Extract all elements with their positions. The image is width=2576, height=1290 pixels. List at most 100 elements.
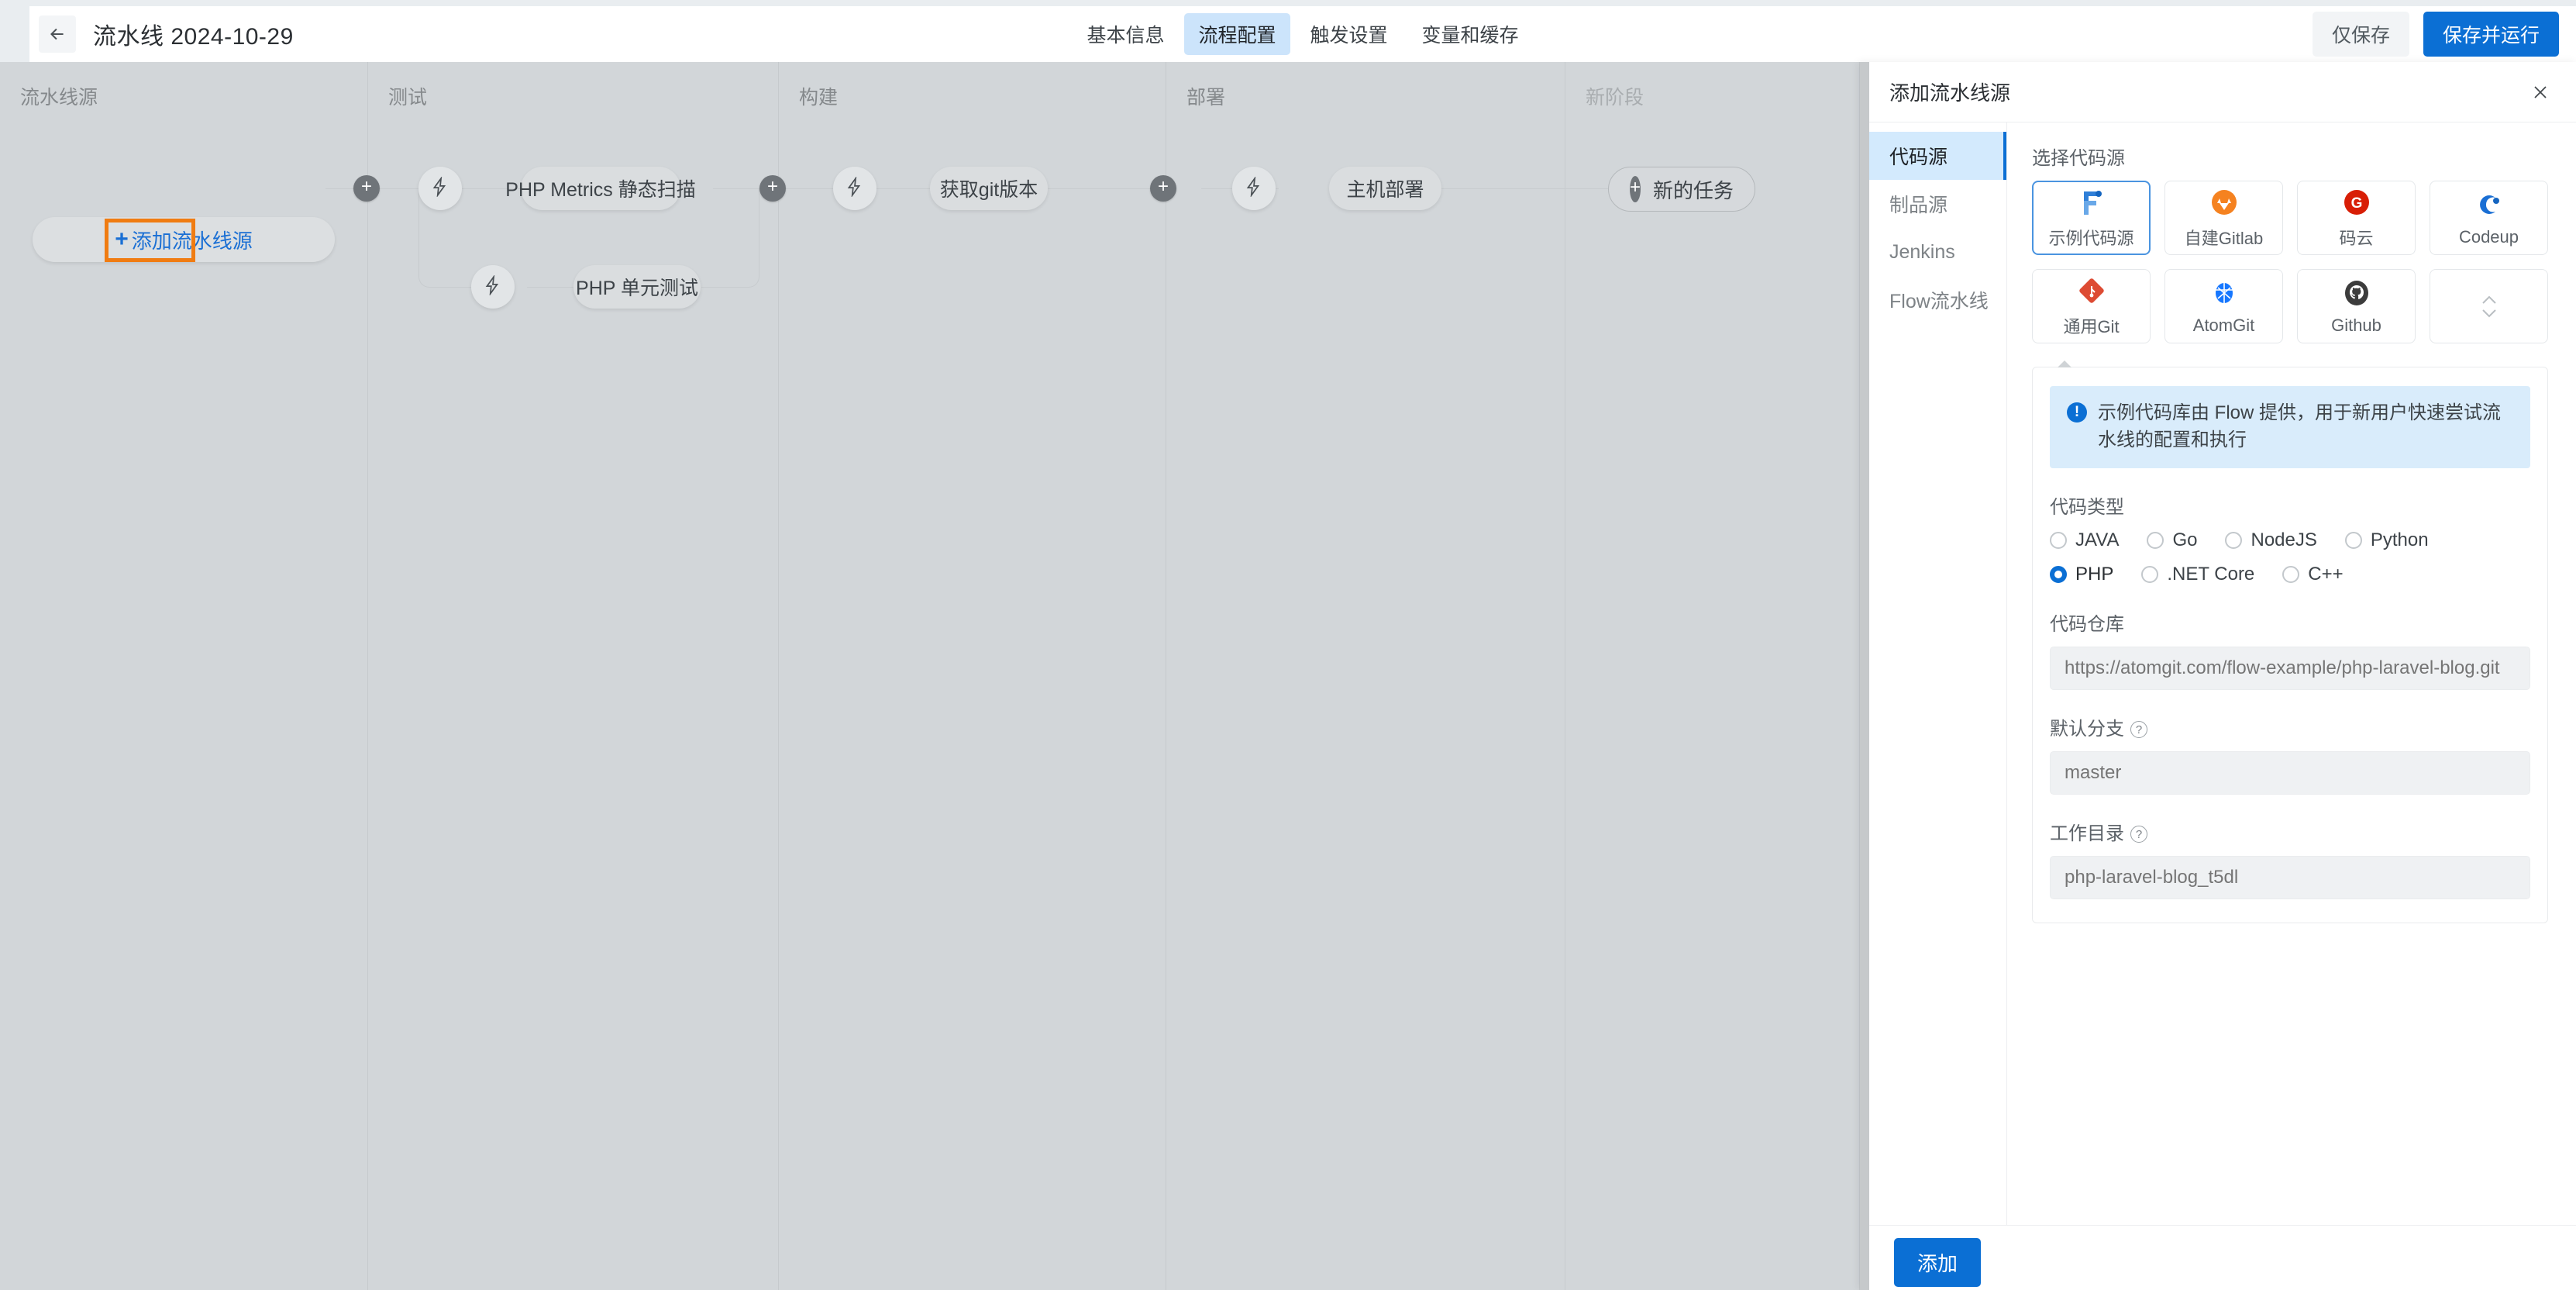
lightning-bolt-icon: [1244, 175, 1264, 201]
question-circle-icon[interactable]: ?: [2130, 826, 2147, 843]
close-icon[interactable]: [2525, 77, 2556, 108]
add-stage-after-test-button[interactable]: +: [759, 175, 786, 202]
repo-label: 代码仓库: [2050, 613, 2124, 635]
tab-trigger-settings[interactable]: 触发设置: [1297, 13, 1402, 55]
branch-section: 默认分支?: [2050, 713, 2530, 795]
stage-label-test: 测试: [388, 87, 428, 109]
add-pipeline-source-drawer: 添加流水线源 代码源 制品源 Jenkins Flow流水线 选择代码源 示例代…: [1860, 62, 2576, 1290]
source-card-github[interactable]: Github: [2297, 269, 2416, 343]
flow-f-logo-icon: [2079, 187, 2104, 218]
source-card-label: 示例代码源: [2048, 228, 2134, 248]
stage-label-new-stage: 新阶段: [1586, 87, 1644, 109]
drawer-header: 添加流水线源: [1869, 62, 2576, 122]
github-logo-icon: [2343, 278, 2371, 309]
source-detail-group: ! 示例代码库由 Flow 提供，用于新用户快速尝试流水线的配置和执行 代码类型…: [2032, 360, 2548, 923]
source-card-codeup[interactable]: Codeup: [2430, 181, 2548, 255]
radio-indicator: [2225, 531, 2243, 549]
source-card-atomgit[interactable]: AtomGit: [2164, 269, 2283, 343]
sidebar-item-jenkins[interactable]: Jenkins: [1869, 228, 2006, 276]
tab-variables-cache[interactable]: 变量和缓存: [1408, 13, 1533, 55]
source-card-gitlab[interactable]: 自建Gitlab: [2164, 181, 2283, 255]
drawer-footer: 添加: [1869, 1225, 2576, 1290]
radio-python[interactable]: Python: [2344, 529, 2429, 551]
repo-section: 代码仓库: [2050, 609, 2530, 690]
radio-java[interactable]: JAVA: [2050, 529, 2119, 551]
plus-circle-icon: +: [1629, 176, 1641, 202]
arrow-left-icon: [47, 24, 67, 44]
top-bar: 流水线 2024-10-29 基本信息 流程配置 触发设置 变量和缓存 仅保存 …: [29, 6, 2576, 62]
stage-label-source: 流水线源: [20, 87, 98, 109]
task-node-php-metrics[interactable]: PHP Metrics 静态扫描: [505, 167, 696, 210]
workdir-input[interactable]: [2050, 855, 2530, 899]
source-card-gitee[interactable]: G 码云: [2297, 181, 2416, 255]
atomgit-logo-icon: [2210, 278, 2238, 309]
radio-nodejs[interactable]: NodeJS: [2225, 529, 2317, 551]
radio-dotnet-core[interactable]: .NET Core: [2141, 564, 2254, 585]
repo-input[interactable]: [2050, 646, 2530, 690]
select-source-label: 选择代码源: [2032, 148, 2125, 169]
connector-line: [527, 287, 573, 288]
code-type-section: 代码类型 JAVA Go NodeJS Python PHP .NET Core…: [2050, 492, 2530, 585]
connector-line: [1441, 188, 1612, 189]
gitlab-logo-icon: [2210, 187, 2238, 218]
question-circle-icon[interactable]: ?: [2130, 721, 2147, 739]
info-icon: !: [2067, 402, 2087, 423]
back-button[interactable]: [39, 16, 76, 53]
task-trigger-icon-wrap: [418, 167, 462, 210]
sidebar-item-artifact-source[interactable]: 制品源: [1869, 180, 2006, 228]
header-actions: 仅保存 保存并运行: [2312, 6, 2559, 62]
tab-flow-config[interactable]: 流程配置: [1184, 13, 1290, 55]
source-card-label: 码云: [2339, 228, 2374, 248]
source-card-label: 通用Git: [2063, 316, 2120, 336]
branch-input[interactable]: [2050, 750, 2530, 795]
task-node-php-unit-test[interactable]: PHP 单元测试: [573, 265, 701, 309]
info-banner: ! 示例代码库由 Flow 提供，用于新用户快速尝试流水线的配置和执行: [2050, 386, 2530, 468]
radio-go[interactable]: Go: [2147, 529, 2197, 551]
task-node-get-git-version[interactable]: 获取git版本: [930, 167, 1048, 210]
stage-label-deploy: 部署: [1186, 87, 1226, 109]
chevron-up-down-icon: [2479, 291, 2499, 322]
task-trigger-icon-wrap: [471, 265, 515, 309]
source-card-example[interactable]: 示例代码源: [2032, 181, 2151, 255]
git-logo-icon: [2078, 275, 2106, 306]
connector-line: [449, 287, 473, 288]
sidebar-item-code-source[interactable]: 代码源: [1869, 132, 2006, 180]
gitee-logo-icon: G: [2343, 187, 2371, 218]
sidebar-item-flow-pipeline[interactable]: Flow流水线: [1869, 276, 2006, 324]
lightning-bolt-icon: [483, 274, 503, 299]
code-type-radio-row-1: JAVA Go NodeJS Python: [2050, 529, 2530, 551]
source-card-label: Github: [2331, 315, 2381, 335]
radio-indicator: [2141, 565, 2159, 583]
source-card-grid: 示例代码源 自建Gitlab G 码云 Codeup 通用Git AtomGit…: [2032, 181, 2548, 343]
add-pipeline-source-label: 添加流水线源: [131, 229, 253, 253]
drawer-resize-handle[interactable]: [1860, 62, 1869, 1290]
save-and-run-button[interactable]: 保存并运行: [2423, 12, 2559, 57]
radio-indicator: [2050, 565, 2067, 583]
radio-indicator: [2282, 565, 2300, 583]
new-task-button[interactable]: + 新的任务: [1608, 167, 1755, 212]
add-stage-after-build-button[interactable]: +: [1150, 175, 1176, 202]
branch-label: 默认分支?: [2050, 713, 2530, 740]
save-only-button[interactable]: 仅保存: [2312, 12, 2409, 57]
add-button[interactable]: 添加: [1894, 1238, 1982, 1287]
drawer-nav: 代码源 制品源 Jenkins Flow流水线: [1869, 122, 2007, 1225]
stage-column-deploy: 部署: [1166, 62, 1565, 1290]
plus-icon: +: [115, 226, 129, 252]
radio-cpp[interactable]: C++: [2282, 564, 2344, 585]
workdir-label: 工作目录?: [2050, 818, 2530, 845]
radio-indicator: [2344, 531, 2362, 549]
source-card-generic-git[interactable]: 通用Git: [2032, 269, 2151, 343]
tab-basic-info[interactable]: 基本信息: [1073, 13, 1178, 55]
add-stage-after-source-button[interactable]: +: [353, 175, 380, 202]
task-node-host-deploy[interactable]: 主机部署: [1329, 167, 1441, 210]
add-pipeline-source-node[interactable]: + 添加流水线源: [33, 217, 335, 262]
header-tabs: 基本信息 流程配置 触发设置 变量和缓存: [29, 6, 2576, 62]
radio-php[interactable]: PHP: [2050, 564, 2113, 585]
source-card-expand-toggle[interactable]: [2430, 269, 2548, 343]
task-trigger-icon-wrap: [833, 167, 876, 210]
radio-indicator: [2147, 531, 2164, 549]
lightning-bolt-icon: [430, 175, 450, 201]
task-trigger-icon-wrap: [1232, 167, 1276, 210]
new-task-label: 新的任务: [1653, 178, 1734, 202]
source-card-label: AtomGit: [2192, 315, 2255, 335]
